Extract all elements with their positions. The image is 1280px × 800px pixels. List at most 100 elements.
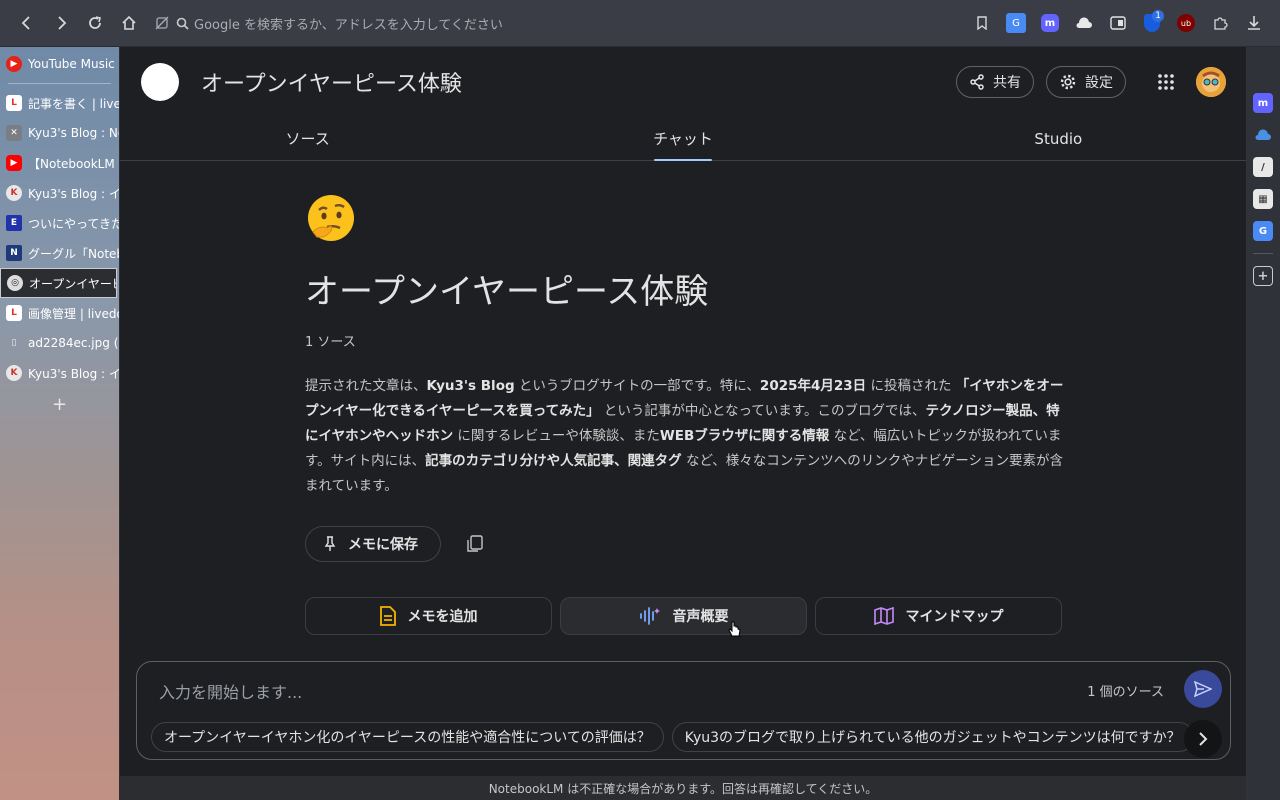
footer-disclaimer: NotebookLM は不正確な場合があります。回答は再確認してください。: [120, 776, 1246, 800]
writing-icon[interactable]: /: [1253, 157, 1273, 177]
bitwarden-extension-icon[interactable]: 1: [1136, 7, 1168, 39]
add-memo-label: メモを追加: [407, 609, 478, 625]
translate-extension-icon[interactable]: G: [1000, 7, 1032, 39]
search-icon: [172, 17, 192, 30]
tab-label: 【NotebookLM: [28, 156, 115, 171]
tab-item[interactable]: ▯ ad2284ec.jpg (: [0, 328, 119, 358]
not-secure-icon: [152, 16, 172, 30]
tab-label: Kyu3's Blog : イ: [28, 366, 119, 381]
cloud-icon[interactable]: [1253, 125, 1273, 145]
tab-item[interactable]: ▶ 【NotebookLM: [0, 148, 119, 178]
back-button[interactable]: [10, 6, 44, 40]
address-placeholder: Google を検索するか、アドレスを入力してください: [194, 17, 503, 33]
summary-highlight: WEBブラウザに関する情報: [659, 428, 830, 444]
mind-map-label: マインドマップ: [905, 609, 1004, 625]
summary-text: という記事が中心となっています。このブログでは、: [599, 403, 926, 419]
tab-item[interactable]: E ついにやってきた: [0, 208, 119, 238]
source-count: 1 ソース: [305, 335, 356, 350]
news-favicon: E: [6, 215, 22, 231]
chat-input[interactable]: 入力を開始します...: [159, 679, 302, 703]
tab-item[interactable]: K Kyu3's Blog : イ: [0, 358, 119, 388]
calculator-icon[interactable]: ▦: [1253, 189, 1273, 209]
app-header: オープンイヤーピース体験 共有 設定: [120, 47, 1246, 117]
suggestion-row: オープンイヤーイヤホン化のイヤーピースの性能や適合性についての評価は？ Kyu3…: [151, 722, 1196, 752]
new-tab-plus-icon[interactable]: +: [0, 394, 119, 415]
settings-button[interactable]: 設定: [1046, 66, 1126, 98]
tab-item[interactable]: K Kyu3's Blog : イ: [0, 178, 119, 208]
summary-text: というブログサイトの一部です。特に、: [514, 378, 760, 394]
memo-icon: [379, 606, 396, 626]
suggestion-chip[interactable]: Kyu3のブログで取り上げられている他のガジェットやコンテンツは何ですか？: [671, 722, 1194, 752]
audio-overview-button[interactable]: 音声概要: [560, 597, 807, 635]
summary-highlight: 2025年4月23日: [759, 378, 867, 394]
mastodon-extension-icon[interactable]: m: [1034, 7, 1066, 39]
suggestion-chip[interactable]: オープンイヤーイヤホン化のイヤーピースの性能や適合性についての評価は？: [151, 722, 664, 752]
summary-text: に投稿された: [866, 378, 956, 394]
tab-item-active[interactable]: ◎ オープンイヤーピ: [0, 268, 117, 298]
tab-studio[interactable]: Studio: [871, 117, 1246, 160]
notebook-logo[interactable]: [141, 63, 179, 101]
tab-item[interactable]: L 記事を書く | livedoor: [0, 88, 119, 118]
add-memo-button[interactable]: メモを追加: [305, 597, 552, 635]
news-favicon: N: [6, 245, 22, 261]
add-panel-icon[interactable]: +: [1253, 266, 1273, 286]
bookmark-icon[interactable]: [966, 7, 998, 39]
tab-label: Kyu3's Blog : イ: [28, 186, 119, 201]
apps-grid-icon[interactable]: [1148, 64, 1184, 100]
share-label: 共有: [993, 75, 1021, 91]
thinking-face-icon: [305, 192, 357, 244]
tab-label: YouTube Music: [28, 57, 115, 71]
notebook-summary: 提示された文章は、Kyu3's Blog というブログサイトの一部です。特に、2…: [305, 374, 1065, 499]
home-button[interactable]: [112, 6, 146, 40]
extension-sidebar: m / ▦ G +: [1246, 47, 1280, 800]
send-button[interactable]: [1184, 670, 1222, 708]
pin-icon: [324, 536, 336, 551]
file-icon: ▯: [11, 338, 17, 348]
main-tabbar: ソース チャット Studio: [120, 117, 1246, 161]
notebooklm-favicon: ◎: [7, 275, 23, 291]
ublock-extension-icon[interactable]: ub: [1170, 7, 1202, 39]
vertical-tab-sidebar: ▶ YouTube Music L 記事を書く | livedoor ✕ Kyu…: [0, 47, 120, 800]
mastodon-icon[interactable]: m: [1253, 93, 1273, 113]
tab-item[interactable]: N グーグル「Noteb: [0, 238, 119, 268]
tab-item[interactable]: ✕ Kyu3's Blog : No: [0, 118, 119, 148]
tab-label: ついにやってきた: [28, 216, 119, 231]
audio-overview-label: 音声概要: [672, 609, 729, 625]
chevron-right-icon: [1199, 732, 1208, 746]
sidebar-divider: [1253, 253, 1273, 254]
address-bar[interactable]: Google を検索するか、アドレスを入力してください: [152, 8, 966, 38]
share-icon: [970, 74, 984, 90]
avatar[interactable]: [1196, 67, 1226, 97]
next-suggestions-button[interactable]: [1184, 720, 1222, 758]
tab-divider: [8, 83, 111, 84]
reload-button[interactable]: [78, 6, 112, 40]
summary-text: 提示された文章は、: [305, 378, 427, 394]
tab-label: ad2284ec.jpg (: [28, 336, 119, 350]
blog-favicon: K: [6, 185, 22, 201]
summary-text: に関するレビューや体験談、また: [453, 428, 660, 444]
sidepanel-extension-icon[interactable]: [1102, 7, 1134, 39]
save-to-memo-button[interactable]: メモに保存: [305, 526, 441, 562]
cloud-extension-icon[interactable]: [1068, 7, 1100, 39]
extensions-puzzle-icon[interactable]: [1204, 7, 1236, 39]
close-tab-icon[interactable]: ✕: [6, 125, 22, 141]
translate-icon[interactable]: G: [1253, 221, 1273, 241]
notebook-guide: オープンイヤーピース体験 1 ソース 提示された文章は、Kyu3's Blog …: [305, 192, 1065, 635]
tab-youtube-music[interactable]: ▶ YouTube Music: [0, 49, 119, 79]
download-icon[interactable]: [1238, 7, 1270, 39]
blog-favicon: K: [6, 365, 22, 381]
tab-chat[interactable]: チャット: [495, 117, 870, 161]
livedoor-favicon: L: [6, 305, 22, 321]
page-title: オープンイヤーピース体験: [201, 72, 462, 97]
tab-label: グーグル「Noteb: [28, 246, 119, 261]
forward-button[interactable]: [44, 6, 78, 40]
tab-label: オープンイヤーピ: [29, 276, 117, 291]
mind-map-button[interactable]: マインドマップ: [815, 597, 1062, 635]
chat-input-box[interactable]: 入力を開始します... 1 個のソース オープンイヤーイヤホン化のイヤーピースの…: [136, 661, 1231, 760]
share-button[interactable]: 共有: [956, 66, 1034, 98]
tab-sources[interactable]: ソース: [120, 117, 495, 160]
copy-button[interactable]: [457, 526, 493, 562]
tab-item[interactable]: L 画像管理 | livedo: [0, 298, 119, 328]
save-memo-label: メモに保存: [348, 537, 418, 553]
audio-wave-icon: [639, 607, 660, 625]
